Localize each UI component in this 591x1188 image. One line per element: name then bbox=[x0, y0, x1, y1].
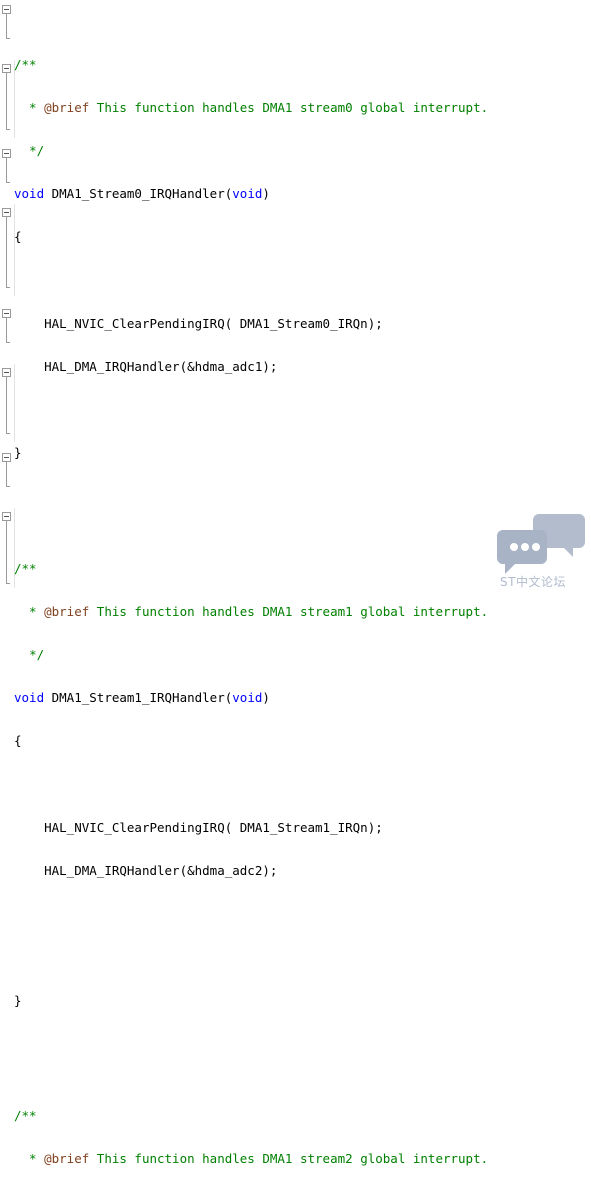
close-brace: } bbox=[14, 992, 22, 1008]
fold-toggle-comment-4[interactable] bbox=[2, 453, 11, 462]
code-line: HAL_NVIC_ClearPendingIRQ( DMA1_Stream1_I… bbox=[14, 819, 591, 835]
paren-close: ) bbox=[262, 690, 270, 706]
statement bbox=[14, 820, 44, 835]
fold-tree-elbow bbox=[6, 342, 10, 343]
comment-star: * bbox=[14, 1151, 45, 1167]
code-editor[interactable]: /** * @brief This function handles DMA1 … bbox=[0, 0, 591, 1166]
statement bbox=[14, 359, 44, 374]
close-brace: } bbox=[14, 445, 22, 461]
code-folding-gutter[interactable] bbox=[0, 0, 14, 594]
code-line: /** bbox=[14, 56, 591, 72]
fold-tree-elbow bbox=[6, 129, 10, 130]
code-line: * @brief This function handles DMA1 stre… bbox=[14, 99, 591, 115]
comment-text: This function handles DMA1 stream2 globa… bbox=[89, 1151, 489, 1167]
statement-text: HAL_DMA_IRQHandler(&hdma_adc2); bbox=[44, 863, 278, 879]
code-line: { bbox=[14, 734, 591, 748]
code-line: } bbox=[14, 992, 591, 1008]
fold-tree-elbow bbox=[6, 433, 10, 434]
code-line: /** bbox=[14, 560, 591, 576]
fold-toggle-function-2[interactable] bbox=[2, 208, 11, 217]
code-line: } bbox=[14, 446, 591, 460]
fold-toggle-function-1[interactable] bbox=[2, 64, 11, 73]
comment-close-token: */ bbox=[29, 143, 45, 159]
comment-open: /** bbox=[14, 560, 37, 576]
code-line: HAL_DMA_IRQHandler(&hdma_adc2); bbox=[14, 863, 591, 879]
statement bbox=[14, 863, 44, 878]
doc-tag: @brief bbox=[44, 1151, 90, 1167]
keyword-void: void bbox=[14, 690, 45, 706]
doc-tag: @brief bbox=[44, 603, 90, 619]
paren-close: ) bbox=[262, 186, 270, 202]
function-name: DMA1_Stream1_IRQHandler( bbox=[44, 690, 233, 706]
fold-tree-line bbox=[6, 73, 7, 129]
doc-tag: @brief bbox=[44, 99, 90, 115]
code-line: void DMA1_Stream1_IRQHandler(void) bbox=[14, 691, 591, 705]
code-line: * @brief This function handles DMA1 stre… bbox=[14, 1151, 591, 1167]
statement bbox=[14, 316, 44, 331]
statement-text: HAL_NVIC_ClearPendingIRQ( DMA1_Stream0_I… bbox=[44, 315, 383, 331]
fold-tree-line bbox=[6, 377, 7, 433]
keyword-void: void bbox=[14, 186, 45, 202]
comment-text: This function handles DMA1 stream1 globa… bbox=[89, 603, 489, 619]
fold-toggle-function-4[interactable] bbox=[2, 512, 11, 521]
keyword-param-void: void bbox=[232, 186, 263, 202]
code-line: /** bbox=[14, 1107, 591, 1123]
code-line: */ bbox=[14, 647, 591, 663]
code-text-area[interactable]: /** * @brief This function handles DMA1 … bbox=[14, 0, 591, 1166]
fold-tree-line bbox=[6, 14, 7, 38]
code-line: */ bbox=[14, 143, 591, 159]
fold-tree-elbow bbox=[6, 486, 10, 487]
code-line: HAL_DMA_IRQHandler(&hdma_adc1); bbox=[14, 359, 591, 375]
fold-tree-elbow bbox=[6, 38, 10, 39]
fold-tree-elbow bbox=[6, 287, 10, 288]
code-line: { bbox=[14, 230, 591, 244]
fold-tree-line bbox=[6, 521, 7, 583]
comment-star: * bbox=[14, 99, 45, 115]
fold-tree-line bbox=[6, 462, 7, 486]
fold-tree-line bbox=[6, 217, 7, 287]
comment-star: * bbox=[14, 603, 45, 619]
code-line: void DMA1_Stream0_IRQHandler(void) bbox=[14, 187, 591, 201]
fold-tree-line bbox=[6, 158, 7, 182]
comment-text: This function handles DMA1 stream0 globa… bbox=[89, 99, 489, 115]
keyword-param-void: void bbox=[232, 690, 263, 706]
fold-tree-elbow bbox=[6, 182, 10, 183]
comment-close-token: */ bbox=[29, 647, 45, 663]
fold-toggle-comment-3[interactable] bbox=[2, 309, 11, 318]
comment-close bbox=[14, 143, 29, 158]
statement-text: HAL_DMA_IRQHandler(&hdma_adc1); bbox=[44, 359, 278, 375]
open-brace: { bbox=[14, 229, 22, 245]
open-brace: { bbox=[14, 733, 22, 749]
fold-tree-elbow bbox=[6, 583, 10, 584]
function-name: DMA1_Stream0_IRQHandler( bbox=[44, 186, 233, 202]
statement-text: HAL_NVIC_ClearPendingIRQ( DMA1_Stream1_I… bbox=[44, 819, 383, 835]
fold-tree-line bbox=[6, 318, 7, 342]
code-line: HAL_NVIC_ClearPendingIRQ( DMA1_Stream0_I… bbox=[14, 315, 591, 331]
fold-toggle-comment-2[interactable] bbox=[2, 149, 11, 158]
code-line: * @brief This function handles DMA1 stre… bbox=[14, 603, 591, 619]
fold-toggle-function-3[interactable] bbox=[2, 368, 11, 377]
comment-open: /** bbox=[14, 56, 37, 72]
comment-open: /** bbox=[14, 1107, 37, 1123]
comment-close bbox=[14, 647, 29, 662]
fold-toggle-comment-1[interactable] bbox=[2, 5, 11, 14]
